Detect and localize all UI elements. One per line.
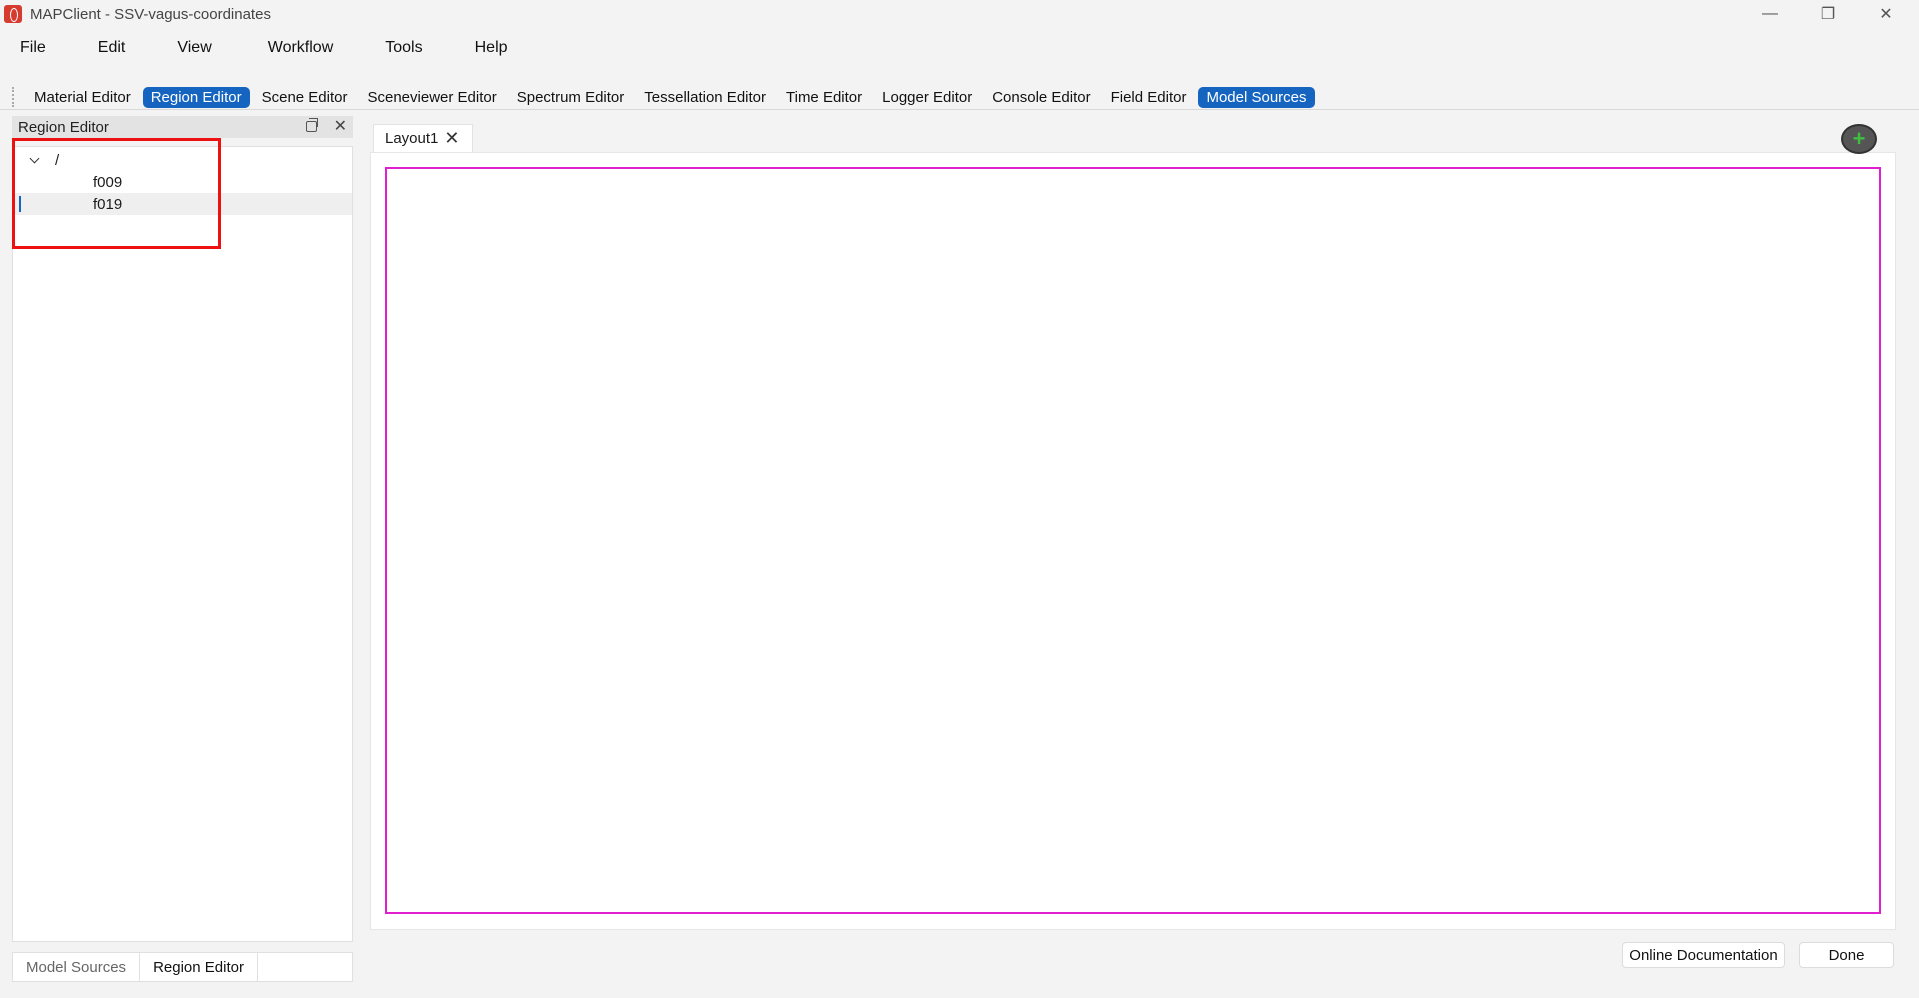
editor-toolbar: Material Editor Region Editor Scene Edit… [12,84,1319,110]
region-editor-button[interactable]: Region Editor [142,86,250,108]
title-bar: MAPClient - SSV-vagus-coordinates — ❐ ✕ [0,0,1919,28]
add-icon: + [1852,126,1866,151]
menu-bar: File Edit View Workflow Tools Help [0,34,528,62]
online-documentation-button[interactable]: Online Documentation [1622,942,1785,968]
minimize-button[interactable]: — [1741,0,1799,28]
toolbar-grip[interactable] [12,87,18,107]
float-icon[interactable] [306,118,318,132]
done-button[interactable]: Done [1799,942,1894,968]
tab-model-sources[interactable]: Model Sources [13,953,139,981]
menu-view[interactable]: View [145,39,231,57]
scene-editor-button[interactable]: Scene Editor [254,87,356,108]
dock-tabs: Model Sources Region Editor [12,952,353,982]
close-icon[interactable]: ✕ [444,128,459,149]
model-sources-button[interactable]: Model Sources [1198,86,1315,108]
field-editor-button[interactable]: Field Editor [1103,87,1195,108]
menu-tools[interactable]: Tools [353,39,442,57]
toolbar-divider [0,109,1919,110]
restore-button[interactable]: ❐ [1799,0,1857,28]
time-editor-button[interactable]: Time Editor [778,87,870,108]
close-icon[interactable]: ✕ [334,116,347,136]
menu-edit[interactable]: Edit [66,39,146,57]
scene-viewer[interactable] [385,167,1881,914]
tessellation-editor-button[interactable]: Tessellation Editor [636,87,774,108]
region-tree: / f009 f019 [12,146,353,942]
tab-label: Layout1 [385,130,439,147]
app-icon [4,5,22,23]
highlight-annotation [12,138,221,249]
window-title: MAPClient - SSV-vagus-coordinates [30,5,271,23]
close-window-button[interactable]: ✕ [1857,0,1915,28]
dock-header: Region Editor ✕ [12,116,353,138]
material-editor-button[interactable]: Material Editor [26,87,139,108]
sceneviewer-editor-button[interactable]: Sceneviewer Editor [359,87,504,108]
logger-editor-button[interactable]: Logger Editor [874,87,980,108]
menu-help[interactable]: Help [443,39,528,57]
menu-workflow[interactable]: Workflow [232,39,354,57]
tab-region-editor[interactable]: Region Editor [139,953,258,981]
spectrum-editor-button[interactable]: Spectrum Editor [509,87,633,108]
dock-title: Region Editor [18,118,109,136]
menu-file[interactable]: File [0,39,66,57]
add-layout-button[interactable]: + [1841,124,1877,154]
tab-layout1[interactable]: Layout1 ✕ [373,124,473,152]
console-editor-button[interactable]: Console Editor [984,87,1098,108]
